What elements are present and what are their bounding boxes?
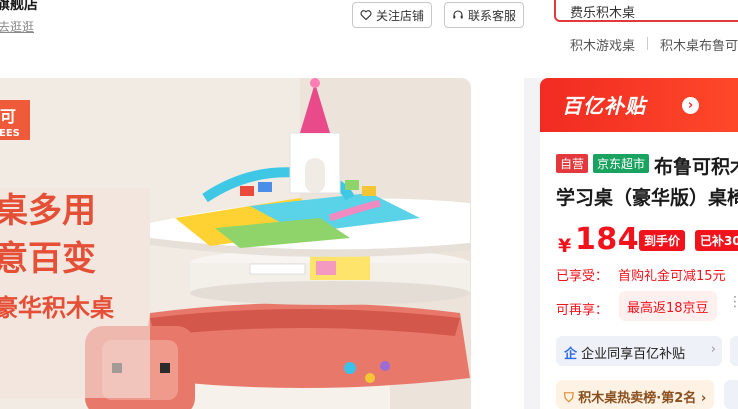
contact-service-label: 联系客服 bbox=[468, 8, 517, 23]
subsidy-amount-tag: 已补30 bbox=[695, 230, 738, 251]
shop-visit-link[interactable]: 去逛逛 bbox=[0, 18, 34, 35]
price-currency: ¥ bbox=[558, 235, 572, 257]
corporate-subsidy-label: 企业同享百亿补贴 bbox=[581, 347, 686, 362]
brand-logo-sub: EES bbox=[0, 128, 20, 139]
hot-rank-badge[interactable]: ⛉ 积木桌热卖榜·第2名 › bbox=[556, 380, 715, 409]
subsidy-banner[interactable]: 百亿补贴 › bbox=[540, 78, 738, 132]
image-headline-1: 桌多用 bbox=[0, 191, 96, 231]
hot-word-1[interactable]: 积木游戏桌 bbox=[570, 35, 635, 54]
hot-word-2[interactable]: 积木桌布鲁可 bbox=[660, 35, 738, 54]
chevron-right-icon: › bbox=[710, 342, 716, 357]
final-price-tag: 到手价 bbox=[639, 230, 686, 251]
image-headline-2: 意百变 bbox=[0, 239, 96, 279]
chevron-right-icon: › bbox=[700, 391, 707, 406]
brand-logo: 可 bbox=[0, 107, 16, 126]
price-value: 184 bbox=[575, 222, 640, 257]
chevron-right-icon: › bbox=[682, 97, 699, 114]
product-info-panel: 百亿补贴 › 自营 京东超市 布鲁可积木 学习桌（豪华版）桌椅 ¥ 184 到手… bbox=[540, 78, 738, 409]
rank-extra[interactable] bbox=[724, 380, 738, 409]
hot-rank-label: 积木桌热卖榜·第2名 bbox=[578, 391, 697, 406]
image-headline-3: 豪华积木桌 bbox=[0, 294, 114, 322]
product-title-line1: 布鲁可积木 bbox=[654, 156, 738, 178]
enterprise-icon: 企 bbox=[564, 347, 578, 362]
follow-shop-button[interactable]: 关注店铺 bbox=[352, 2, 433, 28]
heart-icon bbox=[360, 10, 372, 21]
corporate-subsidy-extra[interactable] bbox=[730, 336, 738, 366]
search-input[interactable]: 费乐积木桌 bbox=[554, 0, 738, 22]
contact-service-button[interactable]: 联系客服 bbox=[444, 2, 525, 28]
jd-bean-reward[interactable]: 最高返18京豆 bbox=[619, 291, 717, 321]
subsidy-banner-label: 百亿补贴 bbox=[562, 94, 646, 118]
divider bbox=[647, 37, 649, 50]
hot-search-words: 积木游戏桌 积木桌布鲁可 bbox=[570, 35, 738, 54]
enjoyed-label: 已享受： bbox=[556, 269, 609, 284]
product-photo: 可 EES 桌多用 意百变 豪华积木桌 bbox=[0, 78, 471, 409]
shop-header: 旗舰店 去逛逛 关注店铺 联系客服 费乐积木桌 积木游戏桌 积木桌布鲁可 bbox=[0, 0, 738, 78]
more-icon[interactable]: ⋮ bbox=[728, 294, 738, 310]
shield-icon: ⛉ bbox=[564, 391, 574, 406]
follow-shop-label: 关注店铺 bbox=[376, 8, 425, 23]
corporate-subsidy-row[interactable]: 企 企业同享百亿补贴 › bbox=[556, 336, 722, 366]
more-benefits-label: 可再享： bbox=[556, 303, 609, 318]
jd-market-badge: 京东超市 bbox=[593, 154, 650, 173]
shop-name[interactable]: 旗舰店 bbox=[0, 0, 38, 14]
product-gallery: 可 EES 桌多用 意百变 豪华积木桌 bbox=[0, 78, 524, 409]
product-main-image[interactable]: 可 EES 桌多用 意百变 豪华积木桌 bbox=[0, 78, 471, 409]
enjoyed-value: 首购礼金可减15元 bbox=[618, 269, 726, 284]
headset-icon bbox=[453, 10, 463, 19]
product-title-line2: 学习桌（豪华版）桌椅 bbox=[556, 187, 738, 209]
self-operated-badge: 自营 bbox=[556, 154, 589, 173]
